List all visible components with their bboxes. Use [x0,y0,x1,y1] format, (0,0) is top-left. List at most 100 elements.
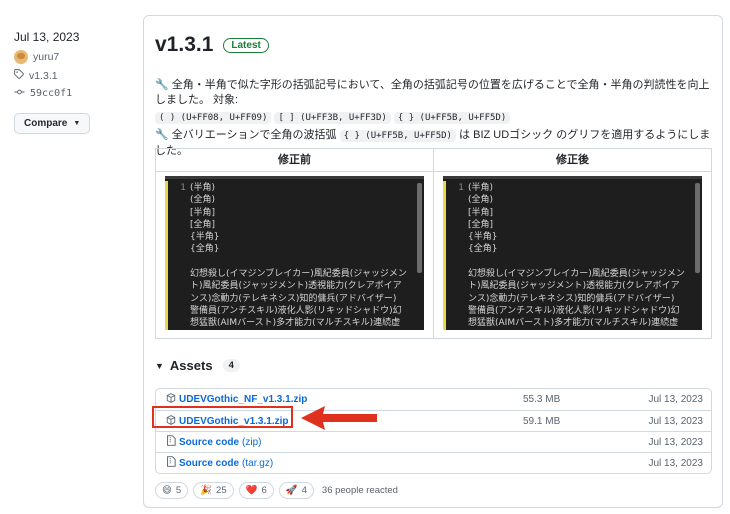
code-brackets: [ ] (U+FF3B, U+FF3D) [274,112,391,124]
reaction-smile[interactable]: 😄 5 [155,482,189,499]
asset-link[interactable]: Source code (zip) [166,435,523,449]
editor-lines: 1 (半角) (全角) [半角] [全角] {半角} {全角} 幻想殺し(イマジンブレイカー… [172,182,414,330]
editor-line: 幻想殺し(イマジンブレイカー)風紀委員(ジャッジメン [190,269,407,280]
line-number: 1 [458,183,464,193]
asset-list: UDEVGothic_NF_v1.3.1.zip 55.3 MB Jul 13,… [155,388,712,474]
commit-row[interactable]: 59cc0f1 [14,87,134,100]
editor-line: ンス)念動力(テレキネシス)知的傭兵(アドバイザー) [468,293,675,304]
note-line-2: ( ) (U+FF08, U+FF09) [ ] (U+FF3B, U+FF3D… [155,110,715,126]
editor-line: [半角] [190,207,216,218]
release-meta: Jul 13, 2023 yuru7 v1.3.1 59cc0f1 Compar… [14,30,134,134]
chevron-down-icon: ▼ [73,120,81,127]
note-line-1: 🔧 全角・半角で似た字形の括弧記号において、全角の括弧記号の位置を広げることで全… [155,79,710,106]
asset-size: 59.1 MB [523,415,561,427]
author-row[interactable]: yuru7 [14,50,134,64]
latest-badge: Latest [223,37,269,53]
commit-icon [14,87,25,100]
editor-line: ト)風紀委員(ジャッジメント)透視能力(クレアボイア [190,281,402,292]
editor-line: [全角] [190,219,216,230]
editor-line: 幻想殺し(イマジンブレイカー)風紀委員(ジャッジメン [468,269,685,280]
triangle-down-icon: ▼ [155,360,164,371]
editor-line: 警備員(アンチスキル)液化人影(リキッドシャドウ)幻 [190,305,402,316]
editor-line: 想猛獣(AIMバースト)多才能力(マルチスキル)連続虚 [468,318,679,329]
editor-scrollbar [417,183,422,273]
editor-line: [全角] [468,219,494,230]
annotation-arrow-icon [301,406,377,430]
asset-date: Jul 13, 2023 [648,415,704,427]
tag-icon [14,69,24,82]
before-screenshot: 1 (半角) (全角) [半角] [全角] {半角} {全角} 幻想殺し(イマジンブレイカー… [165,176,424,330]
editor-line: [半角] [468,207,494,218]
asset-name[interactable]: Source code [179,437,239,448]
assets-toggle[interactable]: ▼ Assets 4 [155,358,240,373]
release-title[interactable]: v1.3.1 [155,33,213,57]
reactions-bar: 😄 5 🎉 25 ❤️ 6 🚀 4 36 people reacted [155,482,398,499]
commit-hash[interactable]: 59cc0f1 [30,88,72,99]
after-column: 修正後 1 (半角) (全角) [半角] [全角] {半角} {全角} 幻想殺し(イマジンブ… [433,149,711,338]
assets-count: 4 [222,359,240,372]
compare-label: Compare [24,118,68,129]
asset-link[interactable]: Source code (tar.gz) [166,456,523,470]
asset-date: Jul 13, 2023 [648,394,704,405]
editor-lines: 1 (半角) (全角) [半角] [全角] {半角} {全角} 幻想殺し(イマジンブレイカー… [450,182,692,330]
reaction-heart[interactable]: ❤️ 6 [238,482,274,499]
before-header: 修正前 [156,149,433,172]
compare-button[interactable]: Compare ▼ [14,113,91,134]
editor-scrollbar [695,183,700,273]
asset-size: 55.3 MB [523,394,561,405]
asset-row: Source code (zip) Jul 13, 2023 [156,431,711,452]
asset-name[interactable]: UDEVGothic_NF_v1.3.1.zip [179,394,307,405]
editor-line: {全角} [468,244,498,255]
editor-line: ト)風紀委員(ジャッジメント)透視能力(クレアボイア [468,281,680,292]
tag-name[interactable]: v1.3.1 [29,70,58,82]
after-header: 修正後 [434,149,711,172]
reaction-count: 4 [301,485,307,496]
line-number: 1 [180,183,186,193]
gutter-highlight [165,181,168,330]
asset-ext[interactable]: (zip) [242,437,261,448]
editor-line: (全角) [190,195,216,206]
annotation-highlight-box [152,406,293,428]
asset-row: Source code (tar.gz) Jul 13, 2023 [156,452,711,473]
code-braces: { } (U+FF5B, U+FF5D) [393,112,511,124]
after-screenshot: 1 (半角) (全角) [半角] [全角] {半角} {全角} 幻想殺し(イマジンブレイカー… [443,176,702,330]
comparison-table: 修正前 1 (半角) (全角) [半角] [全角] {半角} {全角} 幻想殺し(イマジンブ… [155,148,712,339]
reaction-count: 25 [216,485,227,496]
reactions-summary[interactable]: 36 people reacted [322,485,398,496]
file-zip-icon [166,456,176,470]
reaction-count: 5 [175,485,182,496]
editor-line: ンス)念動力(テレキネシス)知的傭兵(アドバイザー) [190,293,397,304]
before-column: 修正前 1 (半角) (全角) [半角] [全角] {半角} {全角} 幻想殺し(イマジンブ… [156,149,433,338]
editor-line: 警備員(アンチスキル)液化人影(リキッドシャドウ)幻 [468,305,680,316]
avatar [14,50,28,64]
release-card: v1.3.1 Latest 🔧 全角・半角で似た字形の括弧記号において、全角の括… [143,15,723,508]
code-parens: ( ) (U+FF08, U+FF09) [155,112,272,124]
author-name[interactable]: yuru7 [33,51,59,63]
tag-row[interactable]: v1.3.1 [14,69,134,82]
editor-line: 想猛獣(AIMバースト)多才能力(マルチスキル)連続虚 [190,318,401,329]
note-line-3-prefix: 🔧 全バリエーションで全角の波括弧 [155,129,337,141]
smile-icon: 😄 [162,485,172,496]
editor-line: 1 (半角) [450,182,692,194]
asset-ext[interactable]: (tar.gz) [242,458,273,469]
code-braces-2: { } (U+FF5B, U+FF5D) [339,130,456,142]
editor-line: {半角} [190,232,220,243]
editor-line: {全角} [190,244,220,255]
reaction-count: 6 [261,485,267,496]
tada-icon: 🎉 [200,485,213,496]
rocket-icon: 🚀 [285,485,298,496]
release-date: Jul 13, 2023 [14,30,80,44]
asset-date: Jul 13, 2023 [648,436,704,448]
assets-heading: Assets [169,358,213,373]
editor-line: {半角} [468,232,498,243]
reaction-rocket[interactable]: 🚀 4 [278,482,314,499]
asset-name[interactable]: Source code [179,458,239,469]
asset-date: Jul 13, 2023 [648,457,704,469]
package-icon [166,393,176,406]
editor-line: 1 (半角) [172,182,414,194]
reaction-tada[interactable]: 🎉 25 [193,482,234,499]
file-zip-icon [166,435,176,449]
heart-icon: ❤️ [245,485,258,496]
release-title-row: v1.3.1 Latest [155,33,269,57]
